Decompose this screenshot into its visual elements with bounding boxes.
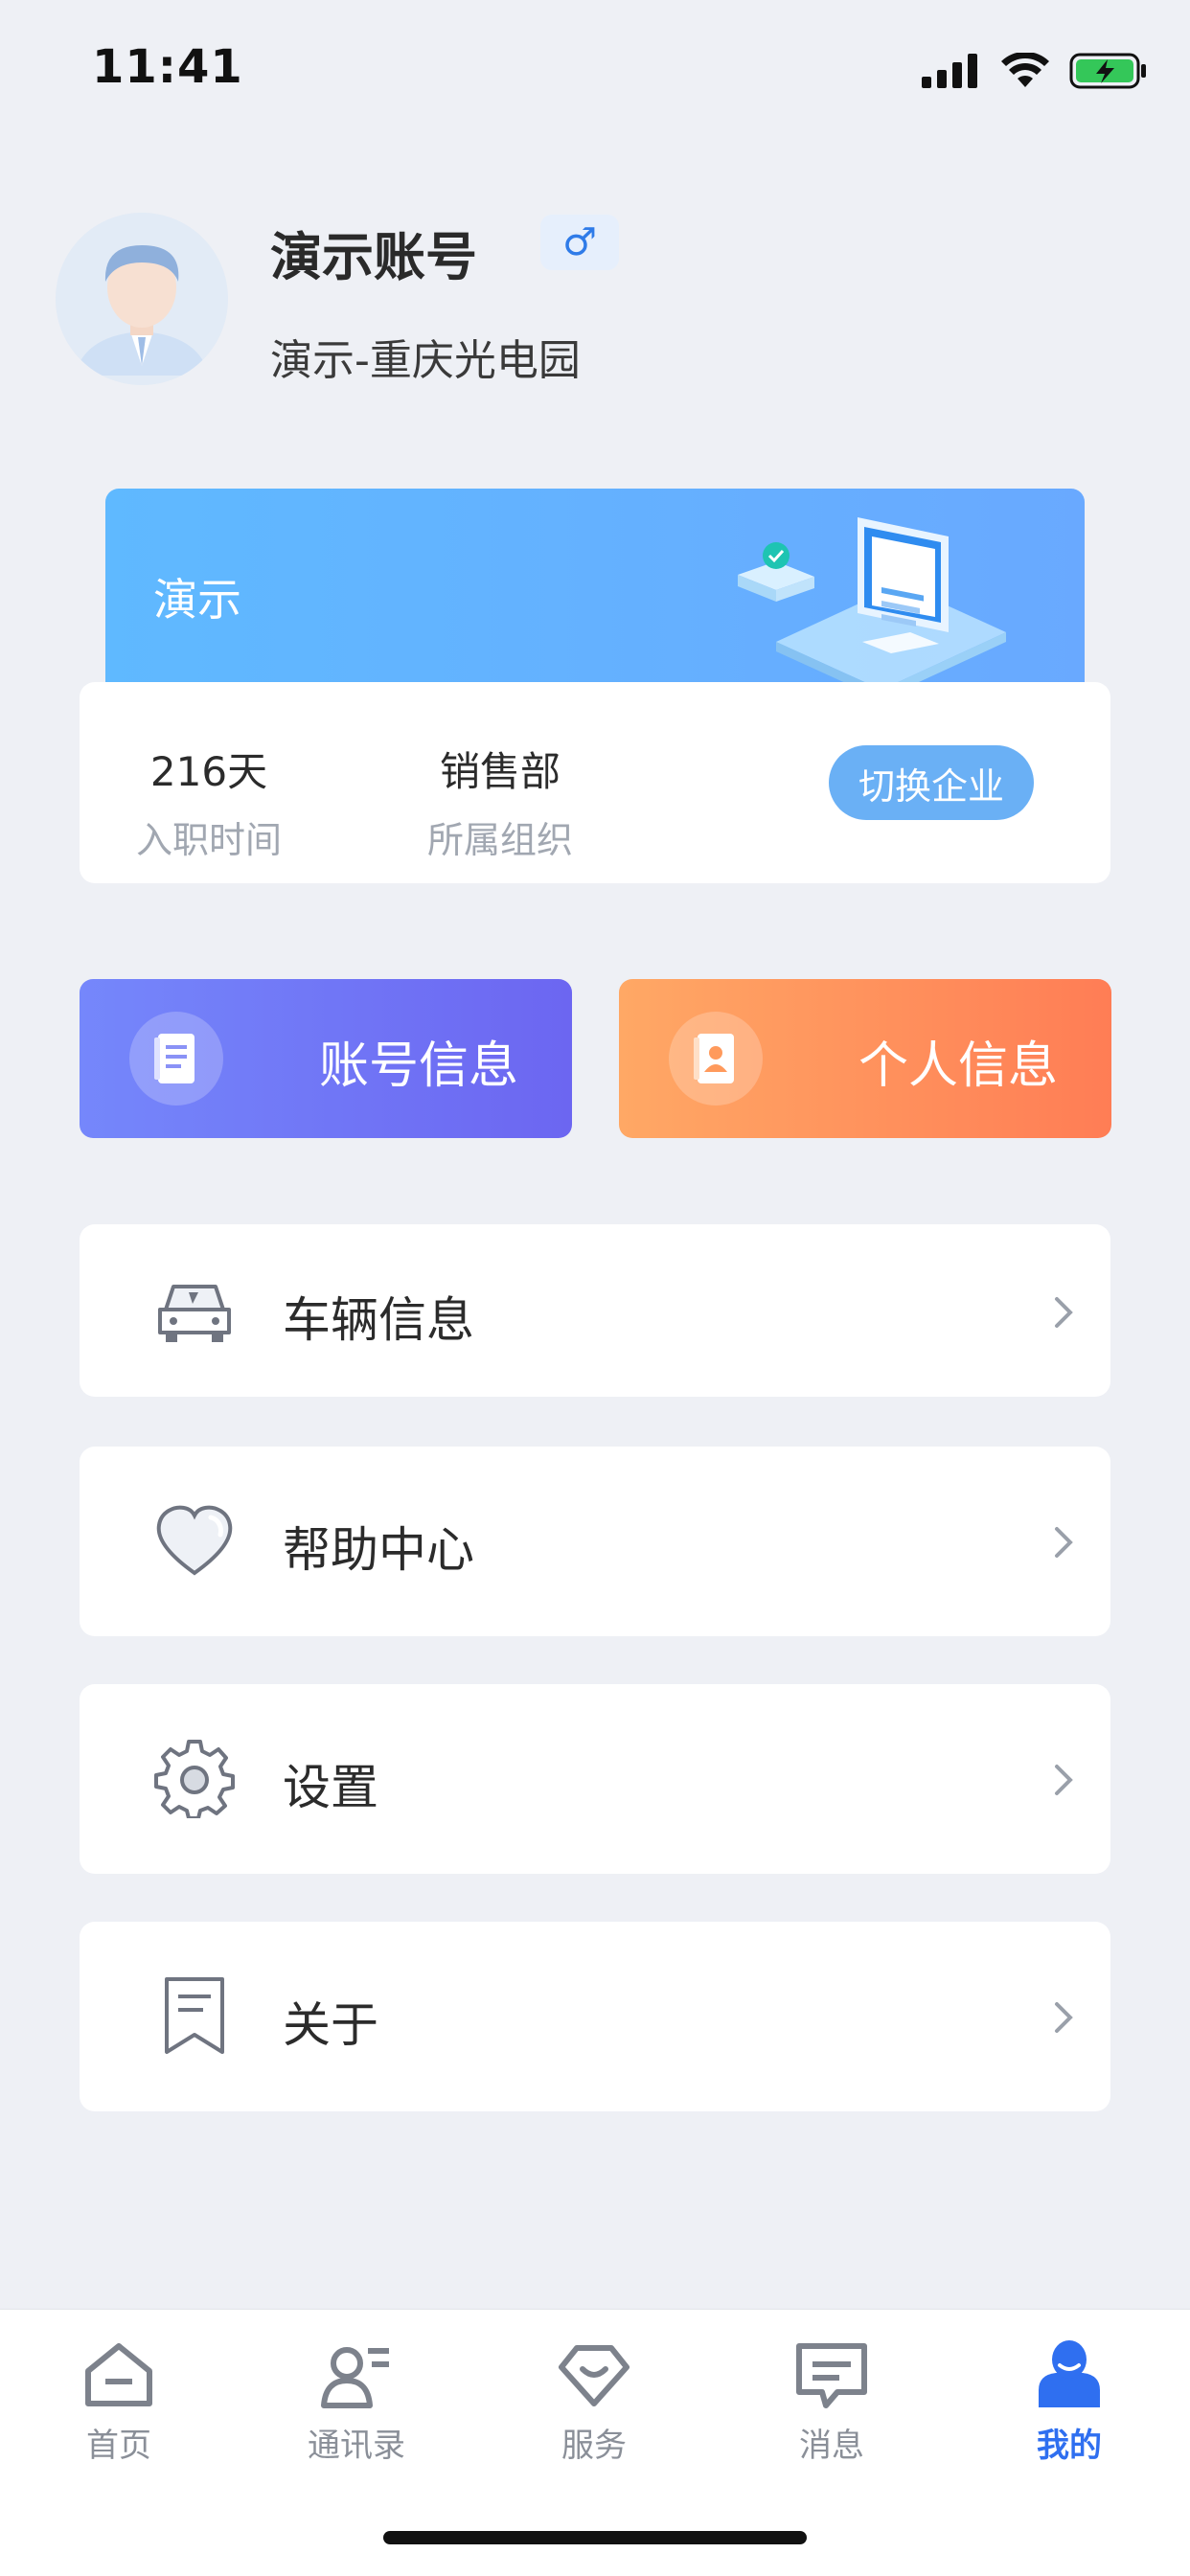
id-card-icon — [694, 1034, 734, 1083]
male-icon: ♂ — [562, 220, 597, 264]
tab-label-messages: 消息 — [799, 2427, 864, 2465]
chevron-right-icon — [1055, 2002, 1073, 2033]
tab-home[interactable]: 首页 — [23, 2337, 215, 2466]
document-icon-wrap — [129, 1012, 223, 1106]
home-icon — [85, 2343, 152, 2406]
car-icon — [154, 1272, 235, 1353]
tenure-value: 216天 — [149, 748, 268, 795]
bookmark-icon — [154, 1975, 235, 2056]
department-value: 销售部 — [439, 748, 561, 795]
menu-label-help-center: 帮助中心 — [283, 1522, 474, 1578]
chevron-right-icon — [1055, 1297, 1073, 1328]
tab-service[interactable]: 服务 — [498, 2337, 690, 2466]
company-name: 演示 — [153, 574, 241, 626]
menu-item-help-center[interactable]: 帮助中心 — [80, 1447, 1110, 1636]
avatar-person-icon — [56, 213, 228, 385]
battery-charging-icon — [1069, 53, 1146, 89]
heart-icon — [154, 1500, 235, 1581]
department-label: 所属组织 — [426, 819, 573, 861]
tab-label-service: 服务 — [561, 2427, 627, 2465]
personal-info-label: 个人信息 — [858, 1037, 1058, 1095]
switch-company-button[interactable]: 切换企业 — [829, 745, 1034, 820]
gender-badge: ♂ — [540, 215, 619, 270]
profile-icon — [1039, 2340, 1100, 2407]
personal-info-button[interactable]: 个人信息 — [619, 979, 1111, 1138]
chevron-right-icon — [1055, 1527, 1073, 1558]
chevron-right-icon — [1055, 1765, 1073, 1795]
menu-label-vehicle-info: 车辆信息 — [283, 1292, 474, 1348]
document-icon — [154, 1034, 195, 1083]
message-icon — [796, 2343, 867, 2408]
tenure-label: 入职时间 — [135, 819, 282, 861]
computer-illustration-icon — [738, 517, 1006, 690]
menu-label-about: 关于 — [283, 1997, 378, 2053]
tab-label-home: 首页 — [86, 2427, 151, 2465]
user-organization: 演示-重庆光电园 — [270, 336, 581, 385]
tab-label-mine: 我的 — [1037, 2427, 1102, 2465]
cellular-signal-icon — [922, 54, 977, 88]
service-icon — [559, 2345, 629, 2406]
tab-mine[interactable]: 我的 — [973, 2337, 1165, 2466]
account-info-button[interactable]: 账号信息 — [80, 979, 572, 1138]
account-info-label: 账号信息 — [318, 1037, 518, 1095]
wifi-icon — [1001, 53, 1049, 87]
status-icons — [922, 52, 1148, 90]
tab-label-contacts: 通讯录 — [308, 2427, 405, 2465]
menu-item-vehicle-info[interactable]: 车辆信息 — [80, 1224, 1110, 1397]
contacts-icon — [321, 2347, 389, 2408]
menu-label-settings: 设置 — [283, 1760, 378, 1815]
user-name: 演示账号 — [270, 227, 477, 287]
status-time: 11:41 — [92, 40, 243, 94]
tab-contacts[interactable]: 通讯录 — [261, 2337, 452, 2466]
tab-messages[interactable]: 消息 — [736, 2337, 927, 2466]
gear-icon — [154, 1738, 235, 1818]
avatar[interactable] — [56, 213, 228, 385]
menu-item-settings[interactable]: 设置 — [80, 1684, 1110, 1874]
menu-item-about[interactable]: 关于 — [80, 1922, 1110, 2111]
home-indicator — [383, 2531, 807, 2544]
id-card-icon-wrap — [669, 1012, 763, 1106]
